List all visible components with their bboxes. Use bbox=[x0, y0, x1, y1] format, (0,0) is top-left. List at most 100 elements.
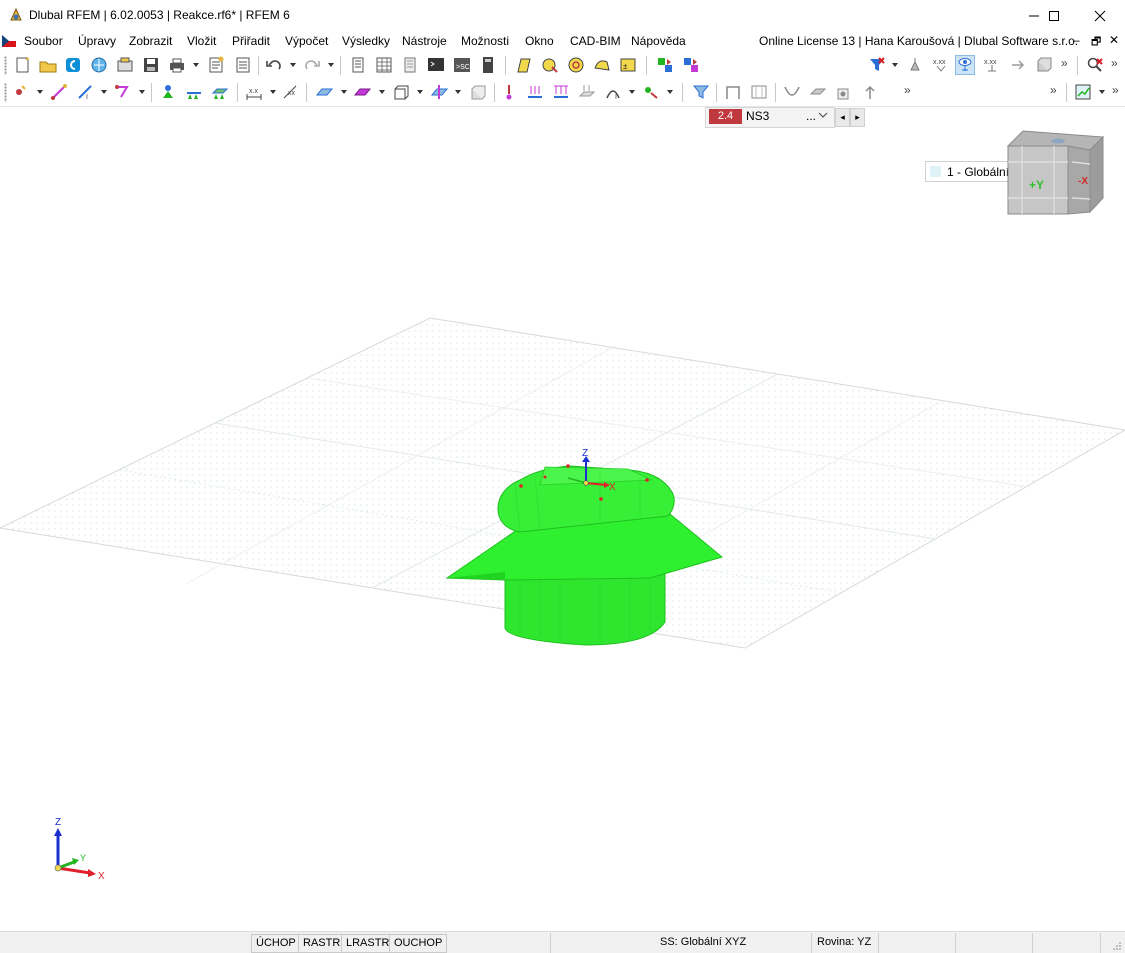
toolbar-grip[interactable] bbox=[4, 83, 7, 102]
load-case-icon[interactable] bbox=[515, 56, 533, 74]
script-icon[interactable]: >SC bbox=[453, 56, 471, 74]
menu-cad-bim[interactable]: CAD-BIM bbox=[570, 34, 621, 48]
webservice-icon[interactable] bbox=[90, 56, 108, 74]
print-dropdown-arrow[interactable] bbox=[193, 63, 199, 67]
toolbar2-overflow-button-3[interactable]: » bbox=[1112, 83, 1119, 97]
calc-all-icon[interactable] bbox=[541, 56, 559, 74]
grid-toggle[interactable]: RASTR bbox=[298, 934, 346, 953]
polyline-dropdown-arrow[interactable] bbox=[139, 90, 145, 94]
toolbar2-overflow-button-2[interactable]: » bbox=[1050, 83, 1057, 97]
toolbar-overflow-button-2[interactable]: » bbox=[1111, 56, 1118, 70]
member-icon[interactable]: I bbox=[76, 83, 94, 101]
member-dropdown-arrow[interactable] bbox=[101, 90, 107, 94]
resize-grip-icon[interactable] bbox=[1112, 941, 1122, 951]
frame-icon[interactable] bbox=[724, 83, 742, 101]
toolbar2-overflow-button[interactable]: » bbox=[904, 83, 911, 97]
dimension-2-icon[interactable]: xx bbox=[281, 83, 299, 101]
menu-nastroje[interactable]: Nástroje bbox=[402, 34, 447, 48]
toolbar-overflow-button[interactable]: » bbox=[1061, 56, 1068, 70]
box-icon[interactable] bbox=[469, 83, 487, 101]
imperfection-dropdown-arrow[interactable] bbox=[629, 90, 635, 94]
result-labels-icon[interactable]: x.xx bbox=[932, 56, 950, 74]
menu-okno[interactable]: Okno bbox=[525, 34, 554, 48]
support-arrow-icon[interactable] bbox=[1009, 56, 1027, 74]
filter-dropdown-arrow[interactable] bbox=[892, 63, 898, 67]
solid-dropdown-arrow[interactable] bbox=[417, 90, 423, 94]
line-load-icon[interactable] bbox=[552, 83, 570, 101]
surface-load-icon[interactable] bbox=[578, 83, 596, 101]
plate-icon[interactable] bbox=[809, 83, 827, 101]
surface-dropdown-arrow[interactable] bbox=[341, 90, 347, 94]
render-mode-dropdown-arrow[interactable] bbox=[1099, 90, 1105, 94]
print-icon[interactable] bbox=[168, 56, 186, 74]
deformation-icon[interactable] bbox=[783, 83, 801, 101]
object-snap-toggle[interactable]: OUCHOP bbox=[389, 934, 448, 953]
line-icon[interactable] bbox=[50, 83, 68, 101]
load-wizard-icon[interactable] bbox=[656, 56, 674, 74]
nodal-support-icon[interactable] bbox=[159, 83, 177, 101]
support-reactions-icon[interactable] bbox=[906, 56, 924, 74]
opening-icon[interactable] bbox=[353, 83, 371, 101]
node-icon[interactable] bbox=[10, 83, 28, 101]
solid-icon[interactable] bbox=[392, 83, 410, 101]
dlubal-center-icon[interactable] bbox=[64, 56, 82, 74]
filter-icon[interactable] bbox=[868, 56, 886, 74]
printout-report-icon[interactable] bbox=[207, 56, 225, 74]
line-support-icon[interactable] bbox=[185, 83, 203, 101]
values-on-supports-icon[interactable]: x.xx bbox=[983, 56, 1001, 74]
properties-icon[interactable] bbox=[401, 56, 419, 74]
line-grid-toggle[interactable]: LRASTR bbox=[341, 934, 395, 953]
surface-support-icon[interactable] bbox=[211, 83, 229, 101]
calculator-icon[interactable] bbox=[479, 56, 497, 74]
free-load-icon[interactable] bbox=[642, 83, 660, 101]
dimension-icon[interactable]: x.x bbox=[245, 83, 263, 101]
frame-ruler-icon[interactable] bbox=[750, 83, 768, 101]
section-icon[interactable] bbox=[430, 83, 448, 101]
navigation-cube[interactable]: +Y -X bbox=[1006, 130, 1105, 215]
model-viewport[interactable]: Z X +Y -X Z Y X bbox=[0, 106, 1125, 931]
menu-soubor[interactable]: Soubor bbox=[24, 34, 63, 48]
maximize-button[interactable] bbox=[1031, 0, 1077, 31]
visibility-filter-icon[interactable] bbox=[692, 83, 710, 101]
menu-priradit[interactable]: Přiřadit bbox=[232, 34, 270, 48]
search-clear-icon[interactable] bbox=[1086, 56, 1104, 74]
calc-selected-icon[interactable] bbox=[567, 56, 585, 74]
polyline-icon[interactable] bbox=[114, 83, 132, 101]
menu-vypocet[interactable]: Výpočet bbox=[285, 34, 328, 48]
show-results-icon[interactable] bbox=[955, 55, 975, 75]
language-flag-icon[interactable] bbox=[2, 35, 16, 47]
menu-upravy[interactable]: Úpravy bbox=[78, 34, 116, 48]
results-icon[interactable] bbox=[593, 56, 611, 74]
open-model-icon[interactable] bbox=[39, 56, 57, 74]
section-dropdown-arrow[interactable] bbox=[455, 90, 461, 94]
model-manager-icon[interactable] bbox=[116, 56, 134, 74]
solid-view-icon[interactable] bbox=[835, 83, 853, 101]
tables-icon[interactable] bbox=[375, 56, 393, 74]
report-icon[interactable] bbox=[234, 56, 252, 74]
console-icon[interactable] bbox=[427, 56, 445, 74]
free-load-dropdown-arrow[interactable] bbox=[667, 90, 673, 94]
mdi-close-button[interactable]: ✕ bbox=[1109, 33, 1119, 47]
menu-vlozit[interactable]: Vložit bbox=[187, 34, 216, 48]
member-load-icon[interactable] bbox=[526, 83, 544, 101]
mdi-restore-button[interactable]: 🗗 bbox=[1091, 33, 1101, 52]
new-model-icon[interactable] bbox=[14, 56, 32, 74]
menu-vysledky[interactable]: Výsledky bbox=[342, 34, 390, 48]
redo-dropdown-arrow[interactable] bbox=[328, 63, 334, 67]
snap-toggle[interactable]: ÚCHOP bbox=[251, 934, 301, 953]
save-icon[interactable] bbox=[142, 56, 160, 74]
load-wizard-2-icon[interactable] bbox=[682, 56, 700, 74]
undo-icon[interactable] bbox=[265, 56, 283, 74]
node-dropdown-arrow[interactable] bbox=[37, 90, 43, 94]
close-button[interactable] bbox=[1077, 0, 1123, 31]
result-values-icon[interactable]: ± bbox=[619, 56, 637, 74]
distribution-icon[interactable] bbox=[861, 83, 879, 101]
menu-napoveda[interactable]: Nápověda bbox=[631, 34, 686, 48]
dimension-dropdown-arrow[interactable] bbox=[270, 90, 276, 94]
navigator-icon[interactable] bbox=[349, 56, 367, 74]
surface-icon[interactable] bbox=[315, 83, 333, 101]
nodal-load-icon[interactable] bbox=[500, 83, 518, 101]
imperfection-icon[interactable]: I bbox=[604, 83, 622, 101]
toolbar-grip[interactable] bbox=[4, 56, 7, 75]
render-mode-icon[interactable] bbox=[1074, 83, 1092, 101]
